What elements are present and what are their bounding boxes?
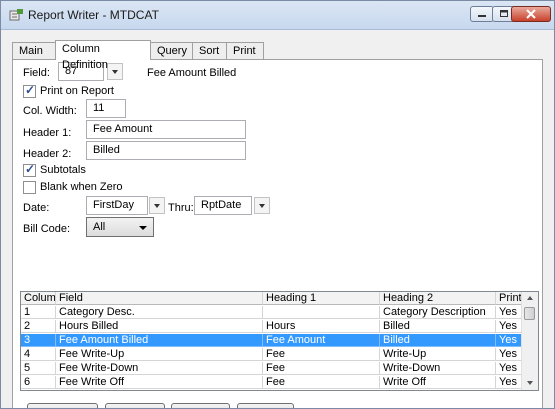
row-heading2-cell: Write Off [380,376,496,389]
row-field-cell: Fee Write Off [56,376,263,389]
row-heading2-cell: Write-Down [380,362,496,375]
title-bar[interactable]: Report Writer - MTDCAT [1,1,554,30]
grid-header-field[interactable]: Field [56,292,263,305]
report-writer-app-icon [9,9,23,21]
blank-when-zero-checkbox[interactable] [23,181,36,194]
row-heading1-cell: Fee [263,362,380,375]
subtotals-label: Subtotals [40,164,86,176]
bill-code-label: Bill Code: [23,223,71,235]
tab-print[interactable]: Print [226,42,264,59]
grid-header-column[interactable]: Column [21,292,56,305]
row-column-cell: 2 [21,320,56,333]
table-row[interactable]: 5 Fee Write-Down Fee Write-Down Yes [21,362,524,375]
table-row[interactable]: 2 Hours Billed Hours Billed Yes [21,320,524,333]
field-dropdown-button[interactable] [107,63,123,80]
close-button[interactable] [511,6,551,22]
grid-header-row: Column Field Heading 1 Heading 2 Print [21,292,524,305]
row-heading2-cell: Write-Up [380,348,496,361]
row-print-cell: Yes [496,362,524,375]
blank-when-zero-label: Blank when Zero [40,181,123,193]
row-print-cell: Yes [496,376,524,389]
table-row[interactable]: 6 Fee Write Off Fee Write Off Yes [21,376,524,389]
print-on-report-label: Print on Report [40,85,114,97]
bill-code-select[interactable]: All [86,217,154,237]
row-print-cell: Yes [496,306,524,319]
header2-input[interactable]: Billed [86,141,246,160]
header1-input[interactable]: Fee Amount [86,120,246,139]
date-from-input[interactable]: FirstDay [86,196,148,215]
close-icon [526,9,536,19]
row-column-cell: 5 [21,362,56,375]
row-column-cell: 1 [21,306,56,319]
row-field-cell: Fee Amount Billed [56,334,263,347]
row-heading2-cell: Billed [380,320,496,333]
tab-main[interactable]: Main [12,42,56,59]
row-print-cell: Yes [496,334,524,347]
row-column-cell: 3 [21,334,56,347]
date-thru-input[interactable]: RptDate [194,196,252,215]
bottom-button-2[interactable] [105,403,165,408]
row-heading1-cell [263,306,380,319]
col-width-label: Col. Width: [23,105,77,117]
date-thru-dropdown-button[interactable] [254,197,270,214]
row-field-cell: Hours Billed [56,320,263,333]
scroll-down-icon[interactable] [522,376,538,389]
row-field-cell: Category Desc. [56,306,263,319]
date-from-dropdown-button[interactable] [149,197,165,214]
minimize-button[interactable] [470,6,494,22]
window-title: Report Writer - MTDCAT [28,8,159,22]
row-column-cell: 4 [21,348,56,361]
row-heading1-cell: Fee Amount [263,334,380,347]
row-column-cell: 6 [21,376,56,389]
tab-column-definition[interactable]: Column Definition [55,40,151,71]
row-heading1-cell: Fee [263,376,380,389]
grid-header-heading1[interactable]: Heading 1 [263,292,380,305]
row-print-cell: Yes [496,348,524,361]
minimize-icon [478,15,486,17]
date-label: Date: [23,202,50,214]
row-print-cell: Yes [496,320,524,333]
header1-label: Header 1: [23,127,72,139]
bottom-button-3[interactable] [171,403,230,408]
header2-label: Header 2: [23,148,72,160]
row-field-cell: Fee Write-Up [56,348,263,361]
scroll-up-icon[interactable] [522,292,538,305]
row-heading1-cell: Hours [263,320,380,333]
table-row[interactable]: 1 Category Desc. Category Description Ye… [21,306,524,319]
field-label: Field: [23,67,50,79]
subtotals-checkbox[interactable] [23,162,36,177]
scrollbar-thumb[interactable] [524,307,535,320]
tab-query[interactable]: Query [150,42,193,59]
bottom-button-4[interactable] [237,403,294,408]
grid-header-heading2[interactable]: Heading 2 [380,292,496,305]
bottom-button-1[interactable] [27,403,98,408]
print-on-report-checkbox[interactable] [23,83,36,98]
field-name-text: Fee Amount Billed [147,67,237,79]
column-grid[interactable]: Column Field Heading 1 Heading 2 Print 1… [20,291,539,391]
grid-vertical-scrollbar[interactable] [521,292,538,390]
tab-sort[interactable]: Sort [192,42,227,59]
table-row[interactable]: 4 Fee Write-Up Fee Write-Up Yes [21,348,524,361]
row-heading2-cell: Billed [380,334,496,347]
row-heading2-cell: Category Description [380,306,496,319]
row-field-cell: Fee Write-Down [56,362,263,375]
thru-label: Thru: [168,202,194,214]
col-width-input[interactable]: 11 [86,99,126,118]
grid-header-print[interactable]: Print [496,292,524,305]
report-writer-window: Report Writer - MTDCAT Main Column Defin… [0,0,555,409]
table-row-selected[interactable]: 3 Fee Amount Billed Fee Amount Billed Ye… [21,334,524,347]
maximize-icon [500,10,508,17]
row-heading1-cell: Fee [263,348,380,361]
